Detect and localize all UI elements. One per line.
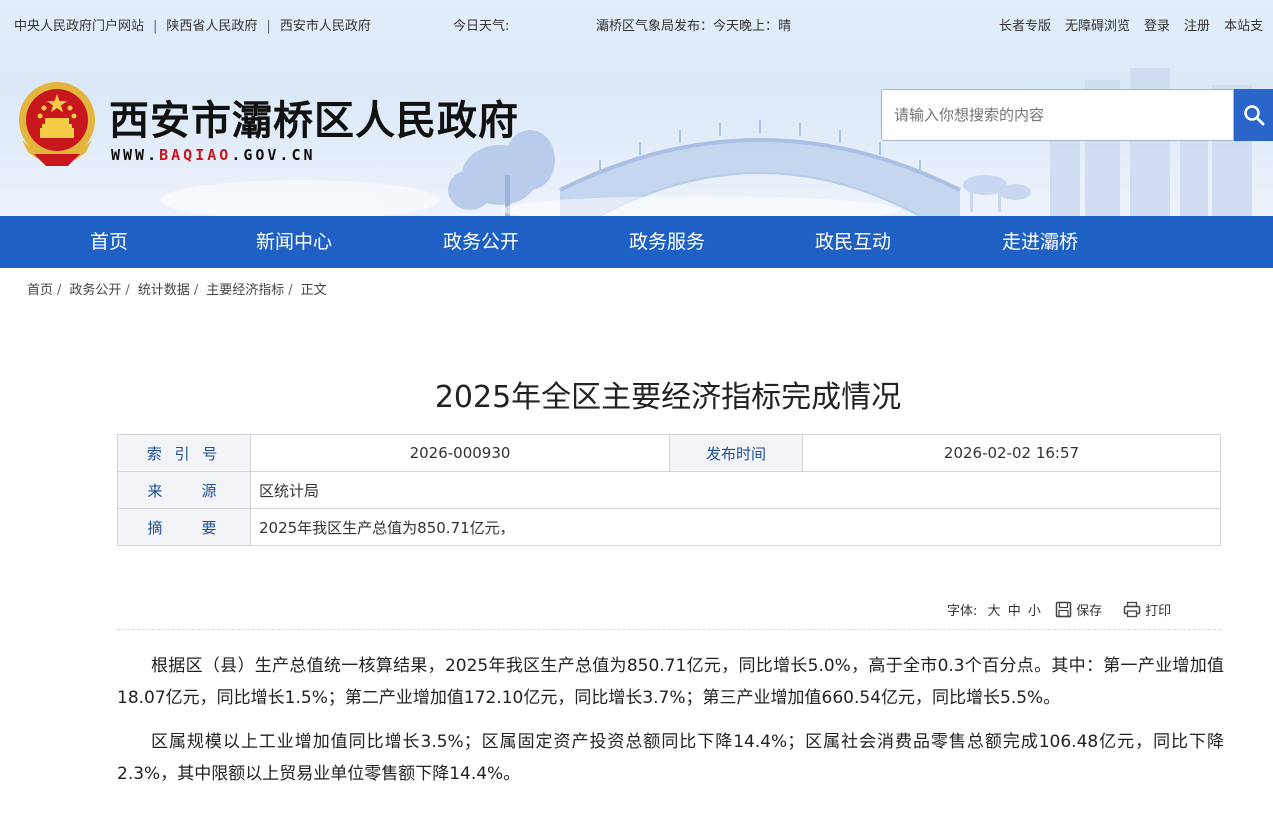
index-value: 2026-000930	[250, 434, 670, 472]
article-tools: 字体: 大 中 小 保存 打印	[947, 600, 1171, 619]
summary-label: 摘 要	[117, 508, 251, 546]
link-xian-gov[interactable]: 西安市人民政府	[280, 19, 371, 34]
utility-links: 长者专版 无障碍浏览 登录 注册 本站支	[999, 15, 1273, 34]
site-link[interactable]: 本站支	[1224, 19, 1263, 34]
elder-mode-link[interactable]: 长者专版	[999, 19, 1051, 34]
save-label: 保存	[1076, 604, 1103, 619]
article-info-table: 索 引 号 2026-000930 发布时间 2026-02-02 16:57 …	[117, 434, 1221, 546]
nav-home[interactable]: 首页	[90, 216, 128, 268]
portal-links: 中央人民政府门户网站 | 陕西省人民政府 | 西安市人民政府	[14, 15, 371, 34]
print-button[interactable]: 打印	[1123, 600, 1171, 619]
breadcrumb: 首页 / 政务公开 / 统计数据 / 主要经济指标 / 正文	[27, 279, 327, 298]
font-size-label: 字体:	[947, 604, 978, 619]
separator: |	[153, 19, 158, 34]
site-title[interactable]: 西安市灞桥区人民政府	[109, 88, 519, 146]
breadcrumb-gov-affairs[interactable]: 政务公开	[69, 283, 121, 298]
nav-gov-services[interactable]: 政务服务	[629, 216, 705, 268]
nav-about-baqiao[interactable]: 走进灞桥	[1002, 216, 1078, 268]
table-row: 索 引 号 2026-000930 发布时间 2026-02-02 16:57	[117, 434, 1221, 472]
index-label: 索 引 号	[117, 434, 251, 472]
url-prefix: WWW.	[111, 146, 160, 164]
article-paragraph: 区属规模以上工业增加值同比增长3.5%；区属固定资产投资总额同比下降14.4%；…	[117, 732, 1224, 784]
search-icon	[1243, 105, 1264, 126]
summary-value: 2025年我区生产总值为850.71亿元，	[250, 508, 1221, 546]
search-button[interactable]	[1234, 89, 1273, 141]
font-medium-button[interactable]: 中	[1008, 604, 1021, 619]
publish-time-label: 发布时间	[669, 434, 803, 472]
article-title: 2025年全区主要经济指标完成情况	[434, 380, 902, 415]
breadcrumb-current: 正文	[300, 283, 327, 298]
register-link[interactable]: 注册	[1184, 19, 1210, 34]
national-emblem-icon	[19, 82, 95, 166]
source-label: 来 源	[117, 471, 251, 509]
login-link[interactable]: 登录	[1144, 19, 1170, 34]
breadcrumb-separator: /	[125, 283, 130, 298]
article-body: 根据区（县）生产总值统一核算结果，2025年我区生产总值为850.71亿元，同比…	[117, 650, 1224, 802]
weather-forecast: 灞桥区气象局发布：今天晚上：晴	[596, 19, 792, 34]
site-url: WWW.BAQIAO.GOV.CN	[111, 146, 316, 164]
breadcrumb-indicators[interactable]: 主要经济指标	[206, 283, 284, 298]
nav-interaction[interactable]: 政民互动	[815, 216, 891, 268]
link-shaanxi-gov[interactable]: 陕西省人民政府	[166, 19, 257, 34]
font-large-button[interactable]: 大	[988, 604, 1001, 619]
save-button[interactable]: 保存	[1055, 600, 1102, 619]
nav-news[interactable]: 新闻中心	[256, 216, 332, 268]
publish-time-value: 2026-02-02 16:57	[802, 434, 1221, 472]
accessibility-link[interactable]: 无障碍浏览	[1065, 19, 1130, 34]
nav-gov-affairs[interactable]: 政务公开	[443, 216, 519, 268]
font-small-button[interactable]: 小	[1028, 604, 1041, 619]
url-highlight: BAQIAO	[159, 146, 232, 164]
print-label: 打印	[1145, 604, 1172, 619]
top-utility-bar: 中央人民政府门户网站 | 陕西省人民政府 | 西安市人民政府 今日天气: 灞桥区气象局发…	[0, 0, 1273, 48]
print-icon	[1123, 601, 1141, 618]
weather-label: 今日天气:	[453, 19, 510, 34]
content-divider	[117, 629, 1221, 630]
table-row: 摘 要 2025年我区生产总值为850.71亿元，	[117, 508, 1221, 546]
url-suffix: .GOV.CN	[231, 146, 316, 164]
breadcrumb-statistics[interactable]: 统计数据	[138, 283, 190, 298]
source-value: 区统计局	[250, 471, 1221, 509]
article-paragraph: 根据区（县）生产总值统一核算结果，2025年我区生产总值为850.71亿元，同比…	[117, 656, 1224, 708]
search-input[interactable]	[881, 89, 1234, 141]
save-icon	[1055, 601, 1072, 618]
site-header: 中央人民政府门户网站 | 陕西省人民政府 | 西安市人民政府 今日天气: 灞桥区气象局发…	[0, 0, 1273, 216]
breadcrumb-separator: /	[193, 283, 199, 298]
link-central-gov[interactable]: 中央人民政府门户网站	[14, 19, 144, 34]
table-row: 来 源 区统计局	[117, 471, 1221, 509]
breadcrumb-home[interactable]: 首页	[27, 283, 53, 298]
breadcrumb-separator: /	[288, 283, 293, 298]
breadcrumb-separator: /	[57, 283, 62, 298]
separator: |	[266, 19, 271, 34]
main-nav: 首页 新闻中心 政务公开 政务服务 政民互动 走进灞桥	[0, 216, 1273, 268]
